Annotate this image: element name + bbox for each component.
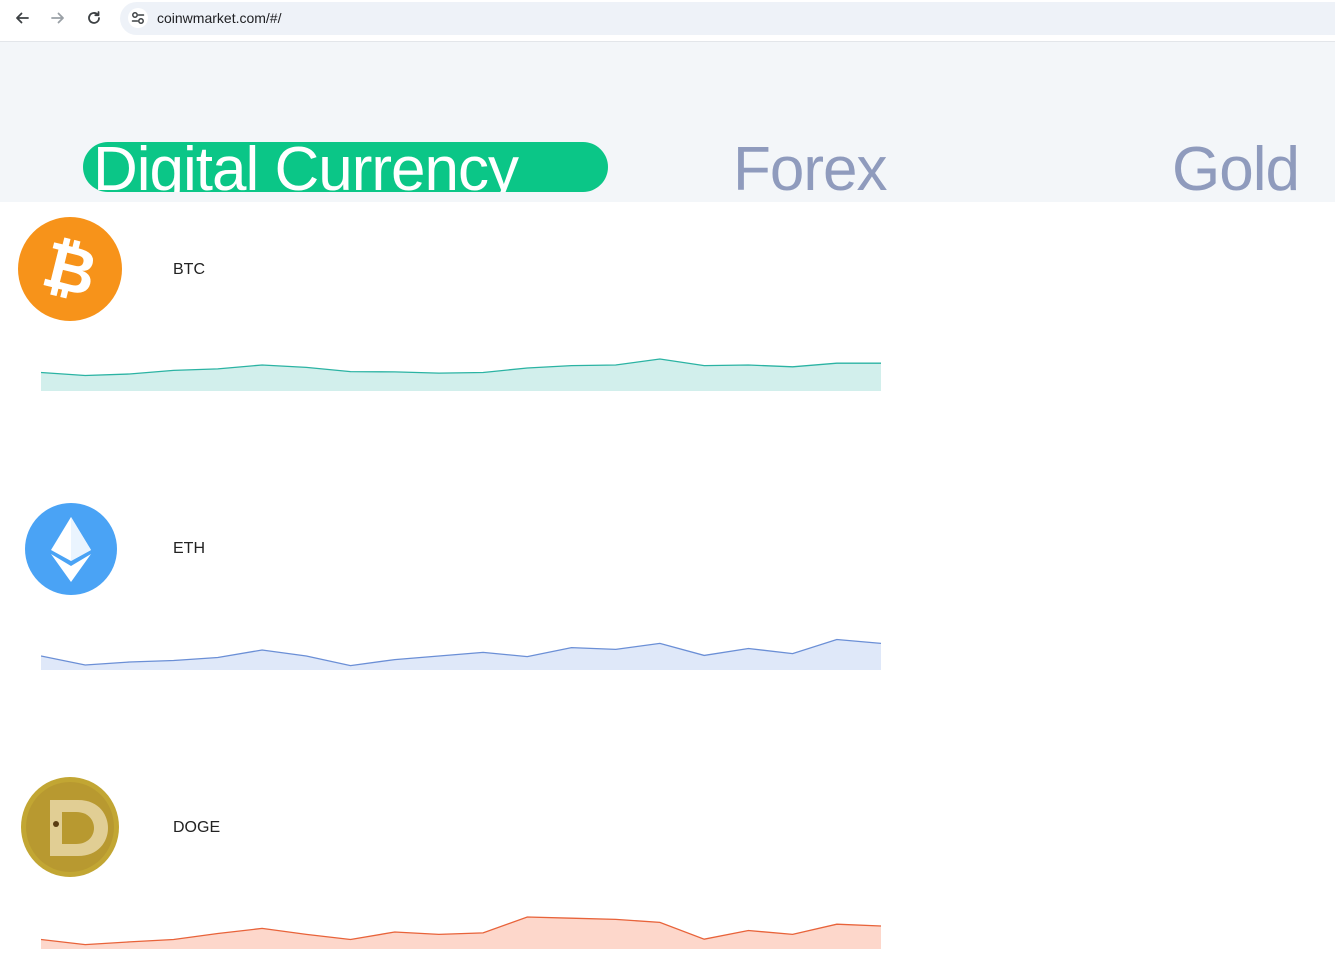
coin-row-eth[interactable]: ETH: [0, 481, 1335, 760]
tab-label: Digital Currency: [93, 142, 519, 192]
tab-forex[interactable]: Forex: [733, 142, 923, 192]
eth-sparkline: [41, 610, 881, 670]
tab-digital-currency[interactable]: Digital Currency: [83, 142, 608, 192]
browser-toolbar: coinwmarket.com/#/: [0, 0, 1335, 42]
tab-gold[interactable]: Gold: [1172, 142, 1335, 192]
coin-symbol: DOGE: [173, 819, 221, 836]
doge-sparkline: [41, 889, 881, 949]
reload-icon[interactable]: [80, 6, 108, 30]
arrow-left-icon[interactable]: [8, 6, 36, 30]
bitcoin-icon: ₿: [18, 217, 122, 321]
dogecoin-icon: [21, 777, 119, 877]
coin-symbol: ETH: [173, 540, 205, 557]
coin-symbol: BTC: [173, 261, 205, 278]
category-tabs: Digital Currency Forex Gold: [0, 42, 1335, 202]
url-text[interactable]: coinwmarket.com/#/: [157, 10, 281, 26]
sparkline-area: [41, 359, 881, 391]
ethereum-icon: [25, 503, 117, 595]
tune-icon[interactable]: [128, 8, 148, 28]
arrow-right-icon[interactable]: [44, 6, 72, 30]
address-bar[interactable]: coinwmarket.com/#/: [120, 2, 1335, 35]
coin-row-btc[interactable]: ₿ BTC: [0, 202, 1335, 481]
coin-row-doge[interactable]: DOGE: [0, 760, 1335, 954]
tab-label: Forex: [733, 142, 887, 192]
tab-label: Gold: [1172, 142, 1300, 192]
btc-sparkline: [41, 331, 881, 391]
